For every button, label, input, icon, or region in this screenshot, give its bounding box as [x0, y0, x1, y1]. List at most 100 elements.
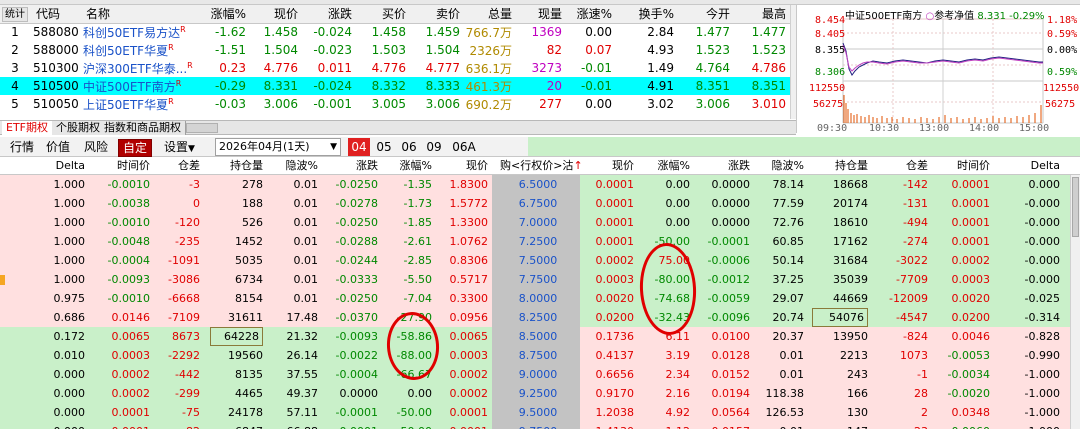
put-delta-cell[interactable]: -1.000 — [1010, 384, 1060, 403]
call-chg-pct-cell[interactable]: -66.67 — [392, 365, 432, 384]
strike-price-cell[interactable]: 9.5000 — [500, 403, 576, 422]
call-oi-chg-cell[interactable]: -3086 — [160, 270, 200, 289]
strike-price-cell[interactable]: 7.0000 — [500, 213, 576, 232]
call-tv-cell[interactable]: 0.0003 — [95, 346, 151, 365]
call-price-cell[interactable]: 1.5772 — [440, 194, 489, 213]
put-iv-cell[interactable]: 37.25 — [760, 270, 805, 289]
col-put-price[interactable]: 现价 — [590, 159, 634, 173]
call-delta-cell[interactable]: 1.000 — [30, 232, 86, 251]
call-chg-cell[interactable]: -0.0093 — [328, 327, 378, 346]
put-iv-cell[interactable]: 0.01 — [760, 365, 805, 384]
put-oi-chg-cell[interactable]: -3022 — [880, 251, 928, 270]
strike-price-cell[interactable]: 8.2500 — [500, 308, 576, 327]
option-chain-row[interactable]: 0.686 0.0146 -7109 31611 17.48 -0.0370 -27.90 0… — [0, 308, 1070, 327]
put-chg-pct-cell[interactable]: -50.00 — [648, 232, 690, 251]
option-chain-row[interactable]: 0.000 0.0002 -299 4465 49.37 0.0000 0.00 0.0002… — [0, 384, 1070, 403]
call-tv-cell[interactable]: 0.0065 — [95, 327, 151, 346]
put-oi-cell[interactable]: 35039 — [812, 270, 868, 289]
put-price-cell[interactable]: 0.0020 — [590, 289, 635, 308]
put-oi-cell[interactable]: 17162 — [812, 232, 868, 251]
col-call-iv[interactable]: 隐波% — [272, 159, 318, 173]
put-iv-cell[interactable]: 126.53 — [760, 403, 805, 422]
put-tv-cell[interactable]: 0.0020 — [940, 289, 991, 308]
put-price-cell[interactable]: 0.0001 — [590, 175, 635, 194]
strike-price-cell[interactable]: 7.7500 — [500, 270, 576, 289]
etf-row[interactable]: 1 588080 科创50ETF易方达R -1.62 1.458 -0.024 … — [0, 23, 790, 41]
call-delta-cell[interactable]: 1.000 — [30, 251, 86, 270]
call-chg-cell[interactable]: -0.0333 — [328, 270, 378, 289]
put-chg-cell[interactable]: 0.0194 — [704, 384, 751, 403]
call-price-cell[interactable]: 1.3300 — [440, 213, 489, 232]
put-tv-cell[interactable]: 0.0046 — [940, 327, 991, 346]
put-chg-pct-cell[interactable]: -74.68 — [648, 289, 690, 308]
call-tv-cell[interactable]: -0.0048 — [95, 232, 150, 251]
put-chg-pct-cell[interactable]: 4.92 — [648, 403, 691, 422]
month-tab-05[interactable]: 05 — [373, 138, 395, 156]
call-chg-cell[interactable]: -0.0244 — [328, 251, 378, 270]
put-tv-cell[interactable]: 0.0200 — [940, 308, 991, 327]
call-oi-cell[interactable]: 64228 — [210, 327, 263, 346]
etf-col-header[interactable]: 代码 — [30, 5, 80, 24]
option-chain-row[interactable]: 1.000 -0.0010 -120 526 0.01 -0.0250 -1.85 1.330… — [0, 213, 1070, 232]
tab-scroll-handle[interactable] — [186, 123, 218, 133]
put-oi-chg-cell[interactable]: -824 — [880, 327, 928, 346]
call-chg-cell[interactable]: -0.0288 — [328, 232, 378, 251]
put-chg-cell[interactable]: -0.0012 — [704, 270, 750, 289]
etf-row[interactable]: 5 510050 上证50ETF华夏R -0.03 3.006 -0.001 3… — [0, 95, 790, 113]
col-put-change-pct[interactable]: 涨幅% — [648, 159, 690, 173]
put-price-cell[interactable]: 0.0003 — [590, 270, 635, 289]
put-delta-cell[interactable]: -0.000 — [1010, 213, 1060, 232]
put-chg-pct-cell[interactable]: 0.00 — [648, 175, 691, 194]
option-chain-row[interactable]: 1.000 -0.0048 -235 1452 0.01 -0.0288 -2.61 1.07… — [0, 232, 1070, 251]
put-tv-cell[interactable]: -0.0034 — [940, 365, 990, 384]
put-chg-cell[interactable]: 0.0128 — [704, 346, 751, 365]
put-oi-chg-cell[interactable]: -494 — [880, 213, 928, 232]
chain-scroll-thumb[interactable] — [1072, 177, 1079, 237]
etf-col-header[interactable]: 涨跌 — [302, 5, 356, 24]
put-tv-cell[interactable]: 0.0001 — [940, 213, 991, 232]
etf-col-header[interactable]: 涨幅% — [202, 5, 250, 24]
expiry-month-select[interactable]: 2026年04月(1天) ▼ — [215, 138, 341, 156]
put-iv-cell[interactable]: 78.14 — [760, 175, 805, 194]
put-tv-cell[interactable]: 0.0001 — [940, 175, 991, 194]
put-oi-chg-cell[interactable]: -142 — [880, 175, 928, 194]
call-iv-cell[interactable]: 37.55 — [272, 365, 319, 384]
call-delta-cell[interactable]: 1.000 — [30, 175, 86, 194]
call-oi-chg-cell[interactable]: -7109 — [160, 308, 200, 327]
call-chg-pct-cell[interactable]: -58.86 — [392, 327, 432, 346]
put-iv-cell[interactable]: 20.74 — [760, 308, 805, 327]
put-oi-cell[interactable]: 18610 — [812, 213, 868, 232]
call-oi-cell[interactable]: 188 — [210, 194, 263, 213]
put-iv-cell[interactable]: 20.37 — [760, 327, 805, 346]
put-delta-cell[interactable]: -0.000 — [1010, 270, 1060, 289]
call-oi-chg-cell[interactable]: -75 — [160, 403, 200, 422]
call-tv-cell[interactable]: -0.0093 — [95, 270, 150, 289]
toolbar-custom-button[interactable]: 自定 — [118, 139, 153, 157]
call-oi-chg-cell[interactable]: -120 — [160, 213, 200, 232]
call-chg-pct-cell[interactable]: -27.90 — [392, 308, 432, 327]
call-oi-chg-cell[interactable]: -235 — [160, 232, 200, 251]
col-put-delta[interactable]: Delta — [1010, 159, 1060, 173]
call-tv-cell[interactable]: -0.0010 — [95, 289, 150, 308]
put-oi-chg-cell[interactable]: 28 — [880, 384, 928, 403]
col-call-price[interactable]: 现价 — [440, 159, 488, 173]
call-delta-cell[interactable]: 0.000 — [30, 384, 86, 403]
put-tv-cell[interactable]: -0.0060 — [940, 422, 990, 429]
put-price-cell[interactable]: 1.2038 — [590, 403, 635, 422]
etf-row[interactable]: 3 510300 沪深300ETF华泰...R 0.23 4.776 0.011… — [0, 59, 790, 77]
call-chg-cell[interactable]: -0.0004 — [328, 365, 378, 384]
call-price-cell[interactable]: 0.0001 — [440, 403, 489, 422]
put-price-cell[interactable]: 0.0001 — [590, 213, 635, 232]
put-oi-cell[interactable]: 130 — [812, 403, 868, 422]
call-oi-chg-cell[interactable]: -3 — [160, 175, 200, 194]
call-tv-cell[interactable]: 0.0002 — [95, 365, 151, 384]
put-delta-cell[interactable]: -0.025 — [1010, 289, 1060, 308]
col-strike[interactable]: 购<行权价>沽↑ — [500, 159, 583, 173]
put-chg-pct-cell[interactable]: 2.16 — [648, 384, 691, 403]
call-tv-cell[interactable]: -0.0010 — [95, 175, 150, 194]
put-price-cell[interactable]: 1.4130 — [590, 422, 635, 429]
call-chg-pct-cell[interactable]: 0.00 — [392, 384, 433, 403]
strike-price-cell[interactable]: 6.5000 — [500, 175, 576, 194]
put-oi-chg-cell[interactable]: 1073 — [880, 346, 928, 365]
call-iv-cell[interactable]: 66.88 — [272, 422, 319, 429]
